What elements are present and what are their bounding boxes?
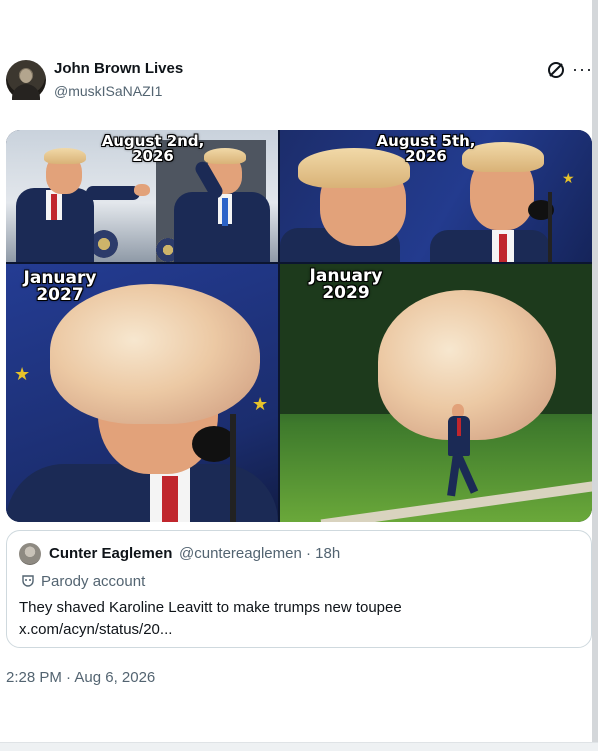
caption-panel-1: August 2nd, 2026	[98, 134, 208, 164]
caption-panel-2-line2: 2026	[405, 147, 447, 165]
media-panel-2[interactable]: ★ ★ ★ August 5th, 2026	[280, 130, 592, 262]
figure-pointing-arm	[86, 186, 140, 200]
scrollbar-edge	[592, 0, 598, 750]
caption-panel-4: January 2029	[294, 268, 398, 302]
author-handle[interactable]: @muskISaNAZI1	[54, 83, 162, 99]
caption-panel-4-line2: 2029	[322, 283, 370, 303]
figure-giant-hair	[50, 284, 260, 424]
avatar-coat	[12, 84, 40, 100]
figure-hair-right	[204, 148, 246, 164]
figure-tie	[162, 476, 178, 522]
author-name[interactable]: John Brown Lives	[54, 60, 183, 77]
seal-left	[90, 230, 118, 258]
quoted-post[interactable]: Cunter Eaglemen @cuntereaglemen · 18h Pa…	[6, 530, 592, 648]
avatar-face	[20, 69, 32, 83]
flag-star: ★	[252, 394, 269, 414]
figure-hair-left	[44, 148, 86, 164]
figure-tie	[457, 418, 461, 436]
parody-mask-icon	[22, 575, 34, 587]
figure-hand-left	[134, 184, 150, 196]
parody-account-label: Parody account	[41, 573, 146, 590]
media-grid[interactable]: August 2nd, 2026 ★ ★ ★ August 5th, 2026 …	[6, 130, 592, 522]
grok-icon[interactable]	[546, 60, 566, 80]
media-panel-4[interactable]: January 2029	[280, 264, 592, 522]
quoted-author-handle[interactable]: @cuntereaglemen · 18h	[179, 545, 340, 562]
microphone-stand	[230, 414, 236, 522]
flag-star: ★	[562, 170, 575, 186]
figure-tie-left	[51, 194, 57, 220]
caption-panel-1-line2: 2026	[132, 147, 174, 165]
quoted-author-avatar[interactable]	[19, 543, 41, 565]
quoted-post-text: They shaved Karoline Leavitt to make tru…	[19, 599, 402, 616]
author-avatar[interactable]	[6, 60, 46, 100]
quoted-post-link[interactable]: x.com/acyn/status/20...	[19, 621, 172, 638]
media-panel-3[interactable]: ★ ★ January 2027	[6, 264, 278, 522]
caption-panel-2: August 5th, 2026	[376, 134, 476, 164]
more-options-icon[interactable]: ···	[572, 59, 593, 80]
top-bar	[0, 0, 598, 40]
figure-tie-right	[499, 234, 507, 262]
figure-suit-right	[430, 230, 550, 262]
post-timestamp[interactable]: 2:28 PM · Aug 6, 2026	[6, 669, 155, 686]
caption-panel-3: January 2027	[10, 270, 110, 304]
microphone-stand	[548, 192, 552, 262]
figure-tie-right	[222, 198, 228, 226]
media-panel-1[interactable]: August 2nd, 2026	[6, 130, 278, 262]
flag-star: ★	[14, 364, 31, 384]
quoted-author-name[interactable]: Cunter Eaglemen	[49, 545, 172, 562]
caption-panel-3-line2: 2027	[36, 285, 84, 305]
